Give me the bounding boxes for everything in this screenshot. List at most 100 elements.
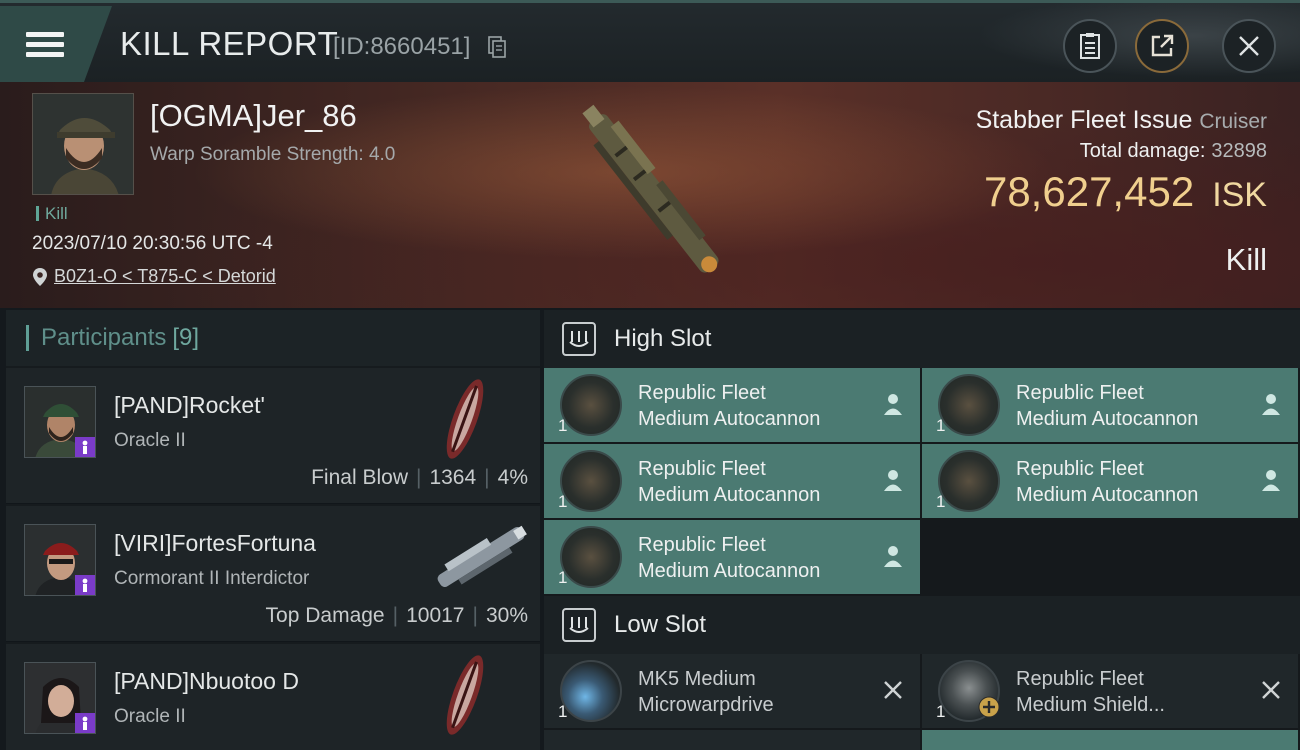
title-bar: KILL REPORT [ID:8660451] xyxy=(0,0,1300,85)
pilot-owned-icon[interactable] xyxy=(882,392,904,416)
module-name-line1: Republic Fleet xyxy=(638,458,766,480)
pilot-portrait-image xyxy=(33,94,133,194)
microwarpdrive-icon xyxy=(560,660,622,722)
victim-panel: [OGMA]Jer_86 Warp Soramble Strength: 4.0… xyxy=(0,82,1300,308)
participant-ship: Cormorant II Interdictor xyxy=(114,568,310,589)
module-quantity: 1 xyxy=(558,416,568,435)
participant-avatar[interactable] xyxy=(24,386,96,458)
low-slot-icon xyxy=(562,608,596,642)
module-name-line1: MK5 Medium xyxy=(638,668,756,690)
low-slot-grid: 1 MK5 Medium Microwarpdrive 1 Republic Fl… xyxy=(544,654,1300,750)
participant-damage: 10017 xyxy=(406,604,465,627)
participant-ship: Oracle II xyxy=(114,706,186,727)
participants-panel: Participants[9] [PAND]Rocket' Oracle II xyxy=(6,310,540,750)
module-quantity: 1 xyxy=(558,702,568,721)
participant-damage: 1364 xyxy=(429,466,477,489)
participant-ship-image[interactable] xyxy=(420,650,510,740)
participant-stats: Top Damage | 10017 | 30% xyxy=(265,604,528,627)
menu-button[interactable] xyxy=(0,6,112,82)
alliance-badge xyxy=(75,437,95,457)
module-name-line1: Republic Fleet xyxy=(1016,382,1144,404)
participant-row[interactable]: [VIRI]FortesFortuna Cormorant II Interdi… xyxy=(6,506,540,642)
victim-ship-render[interactable] xyxy=(538,86,768,302)
warp-scramble-strength: Warp Soramble Strength: 4.0 xyxy=(150,144,396,165)
low-slot-header: Low Slot xyxy=(544,596,1300,654)
module-name-line2: Medium Autocannon xyxy=(1016,484,1199,506)
participant-name[interactable]: [PAND]Nbuotoo D xyxy=(114,668,299,695)
pilot-icon xyxy=(82,578,88,592)
module-item[interactable]: 1 Republic Fleet Medium Autocannon xyxy=(544,368,920,442)
module-name: Republic Fleet Medium Autocannon xyxy=(1016,380,1198,432)
module-name-line2: Medium Shield... xyxy=(1016,694,1165,716)
copy-icon[interactable] xyxy=(488,36,506,58)
destroyed-icon[interactable] xyxy=(882,678,904,702)
participant-row[interactable]: [PAND]Rocket' Oracle II Final Blow | 1364 |… xyxy=(6,368,540,504)
location-link[interactable]: B0Z1-O < T875-C < Detorid xyxy=(54,266,276,287)
share-icon xyxy=(1151,34,1174,57)
module-name: Republic Fleet Medium Autocannon xyxy=(638,532,820,584)
victim-name[interactable]: [OGMA]Jer_86 xyxy=(150,98,357,134)
participant-avatar[interactable] xyxy=(24,524,96,596)
page-title: KILL REPORT xyxy=(120,25,339,62)
module-item[interactable]: 1 Republic Fleet Medium Shield... xyxy=(922,654,1298,728)
participant-name[interactable]: [PAND]Rocket' xyxy=(114,392,265,419)
module-name-line2: Medium Autocannon xyxy=(638,560,821,582)
participant-row[interactable]: [PAND]Nbuotoo D Oracle II xyxy=(6,644,540,750)
module-name-line1: Republic Fleet xyxy=(1016,458,1144,480)
participant-ship-image[interactable] xyxy=(426,512,536,602)
high-slot-label: High Slot xyxy=(614,325,712,352)
participant-name[interactable]: [VIRI]FortesFortuna xyxy=(114,530,316,557)
destroyed-icon[interactable] xyxy=(1260,678,1282,702)
module-name: MK5 Medium Microwarpdrive xyxy=(638,666,774,718)
module-item[interactable]: 1 Republic Fleet Medium Autocannon xyxy=(544,520,920,594)
module-item-partial[interactable] xyxy=(544,730,920,750)
module-name-line2: Microwarpdrive xyxy=(638,694,774,716)
pilot-owned-icon[interactable] xyxy=(882,544,904,568)
close-button[interactable] xyxy=(1222,19,1276,73)
share-button[interactable] xyxy=(1135,19,1189,73)
participant-role: Top Damage xyxy=(265,604,385,627)
high-slot-grid: 1 Republic Fleet Medium Autocannon 1 Repu… xyxy=(544,368,1300,594)
total-damage: Total damage: 32898 xyxy=(1080,140,1267,163)
pilot-icon xyxy=(82,716,88,730)
participant-percent: 4% xyxy=(497,466,528,489)
shield-extender-icon xyxy=(938,660,1000,722)
kill-location[interactable]: B0Z1-O < T875-C < Detorid xyxy=(32,266,276,287)
total-damage-value: 32898 xyxy=(1211,140,1267,162)
module-item[interactable]: 1 MK5 Medium Microwarpdrive xyxy=(544,654,920,728)
victim-portrait[interactable] xyxy=(32,93,134,195)
module-quantity: 1 xyxy=(936,492,946,511)
pilot-owned-icon[interactable] xyxy=(1260,468,1282,492)
participant-ship: Oracle II xyxy=(114,430,186,451)
pilot-owned-icon[interactable] xyxy=(882,468,904,492)
module-name-line1: Republic Fleet xyxy=(638,534,766,556)
victim-ship-name[interactable]: Stabber Fleet Issue Cruiser xyxy=(976,106,1267,135)
clipboard-icon xyxy=(1080,33,1100,59)
high-slot-header: High Slot xyxy=(544,310,1300,368)
pilot-owned-icon[interactable] xyxy=(1260,392,1282,416)
fitting-panel: High Slot 1 Republic Fleet Medium Autocan… xyxy=(544,310,1300,750)
module-item-partial[interactable] xyxy=(922,730,1298,750)
location-pin-icon xyxy=(33,267,47,286)
module-name-line1: Republic Fleet xyxy=(1016,668,1144,690)
clipboard-button[interactable] xyxy=(1063,19,1117,73)
high-slot-icon xyxy=(562,322,596,356)
participant-role: Final Blow xyxy=(311,466,408,489)
participants-header: Participants [9] xyxy=(6,310,540,366)
module-name-line2: Medium Autocannon xyxy=(638,484,821,506)
module-item[interactable]: 1 Republic Fleet Medium Autocannon xyxy=(922,368,1298,442)
module-quantity: 1 xyxy=(936,702,946,721)
module-item[interactable]: 1 Republic Fleet Medium Autocannon xyxy=(922,444,1298,518)
participant-ship-image[interactable] xyxy=(420,374,510,464)
isk-value: 78,627,452 ISK xyxy=(984,168,1267,216)
kill-datetime: 2023/07/10 20:30:56 UTC -4 xyxy=(32,233,273,254)
total-damage-label: Total damage: xyxy=(1079,140,1206,162)
ship-type: Stabber Fleet Issue xyxy=(975,106,1193,134)
menu-icon xyxy=(26,27,64,62)
participant-avatar[interactable] xyxy=(24,662,96,734)
module-name-line2: Medium Autocannon xyxy=(1016,408,1199,430)
alliance-badge xyxy=(75,575,95,595)
kill-tag: Kill xyxy=(36,204,68,224)
pilot-icon xyxy=(82,440,88,454)
module-item[interactable]: 1 Republic Fleet Medium Autocannon xyxy=(544,444,920,518)
